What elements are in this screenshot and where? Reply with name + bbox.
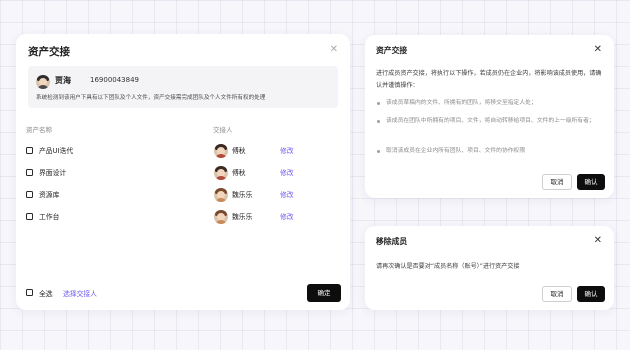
receiver-avatar — [214, 166, 228, 180]
dialog-title: 资产交接 — [28, 46, 70, 58]
asset-name: 界面设计 — [39, 169, 67, 177]
receiver-avatar — [214, 144, 228, 158]
modify-link[interactable]: 修改 — [280, 145, 294, 155]
row-checkbox[interactable] — [26, 213, 33, 220]
remove-member-dialog: 移除成员 ✕ 请再次确认是否要对“成员名称（账号）”进行资产交接 取消 确认 — [365, 226, 614, 310]
receiver-name: 魏乐乐 — [232, 213, 253, 221]
receiver-name: 傅秋 — [232, 169, 246, 177]
asset-transfer-dialog: 资产交接 ✕ 贾海 16900043849 系统检测到该用户下具有以下团队及个人… — [16, 34, 350, 310]
user-name: 贾海 — [55, 76, 71, 85]
user-avatar — [36, 75, 50, 89]
column-header-receiver: 交接人 — [213, 126, 233, 134]
modify-link[interactable]: 修改 — [280, 167, 294, 177]
asset-name: 产品UI迭代 — [39, 147, 74, 155]
receiver-avatar — [214, 188, 228, 202]
asset-row: 资源库 魏乐乐 修改 — [26, 187, 326, 203]
dialog-title: 移除成员 — [376, 237, 408, 246]
confirm-button[interactable]: 确认 — [577, 286, 605, 302]
receiver-name: 傅秋 — [232, 147, 246, 155]
cancel-button[interactable]: 取消 — [542, 174, 572, 190]
asset-name: 工作台 — [39, 213, 60, 221]
transfer-confirm-dialog: 资产交接 ✕ 进行成员资产交接，将执行以下操作，若成员仍在企业内，将影响该成员使… — [365, 35, 614, 198]
receiver-avatar — [214, 210, 228, 224]
asset-name: 资源库 — [39, 191, 60, 199]
row-checkbox[interactable] — [26, 191, 33, 198]
dialog-title: 资产交接 — [376, 46, 408, 55]
dialog-lead-text: 进行成员资产交接，将执行以下操作，若成员仍在企业内，将影响该成员使用，请确认并谨… — [376, 70, 602, 89]
bullet-item: 取消该成员在企业内所有团队、项目、文件的协作权限 — [376, 145, 606, 157]
row-checkbox[interactable] — [26, 169, 33, 176]
user-description: 系统检测到该用户下具有以下团队及个人文件，资产交接需完成团队及个人文件所有权的处… — [36, 95, 266, 101]
asset-row: 界面设计 傅秋 修改 — [26, 165, 326, 181]
confirm-button[interactable]: 确定 — [307, 284, 341, 302]
modify-link[interactable]: 修改 — [280, 211, 294, 221]
select-all-checkbox[interactable] — [26, 289, 33, 296]
close-icon[interactable]: ✕ — [594, 236, 602, 246]
confirm-button[interactable]: 确认 — [577, 174, 605, 190]
receiver-name: 魏乐乐 — [232, 191, 253, 199]
cancel-button[interactable]: 取消 — [542, 286, 572, 302]
asset-row: 工作台 魏乐乐 修改 — [26, 209, 326, 225]
select-all-label[interactable]: 全选 — [39, 288, 53, 298]
close-icon[interactable]: ✕ — [330, 45, 338, 55]
row-checkbox[interactable] — [26, 147, 33, 154]
user-phone: 16900043849 — [90, 76, 139, 84]
column-header-asset: 资产名称 — [26, 126, 52, 134]
bullet-item: 该成员草稿内的文件、所拥有的团队，将移交至指定人处； — [376, 97, 606, 109]
modify-link[interactable]: 修改 — [280, 189, 294, 199]
choose-receiver-link[interactable]: 选择交接人 — [63, 288, 97, 298]
user-info-panel: 贾海 16900043849 系统检测到该用户下具有以下团队及个人文件，资产交接… — [28, 66, 338, 108]
asset-row: 产品UI迭代 傅秋 修改 — [26, 143, 326, 159]
close-icon[interactable]: ✕ — [594, 45, 602, 55]
dialog-text: 请再次确认是否要对“成员名称（账号）”进行资产交接 — [376, 263, 520, 270]
bullet-item: 该成员在团队中所拥有的项目、文件，将自动转移给项目、文件的上一级所有者； — [376, 115, 606, 127]
